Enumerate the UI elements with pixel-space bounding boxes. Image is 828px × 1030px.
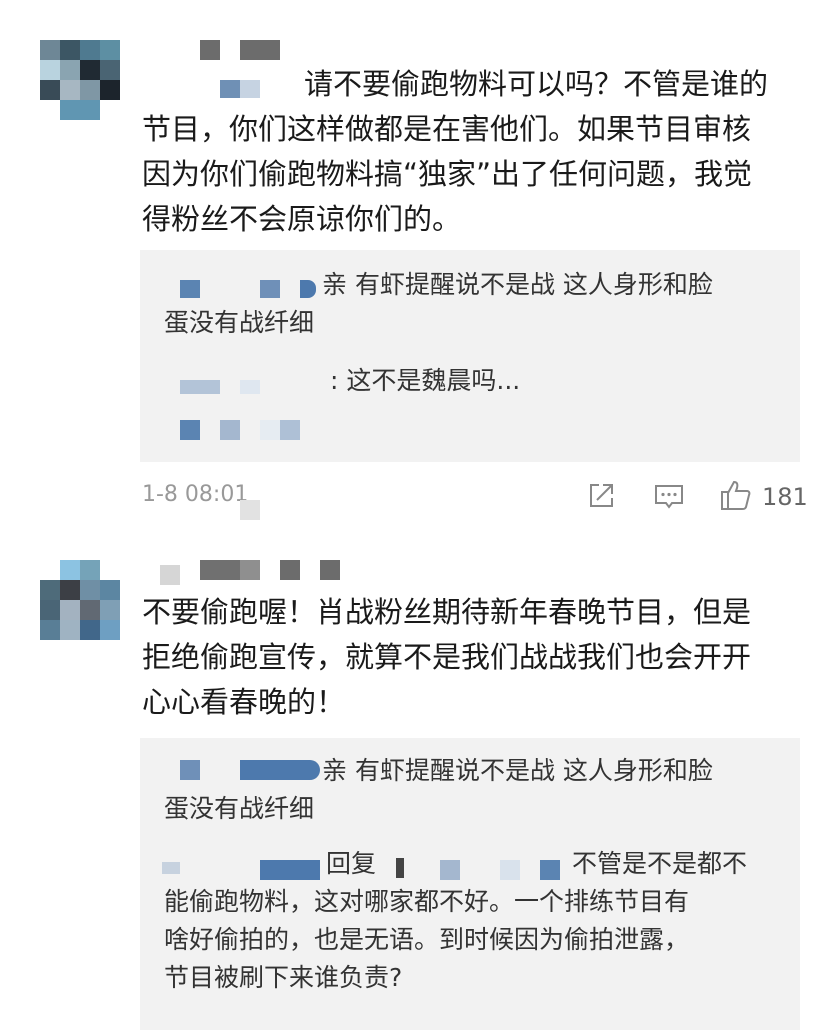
reply-item[interactable]: 亲 有虾提醒说不是战 这人身形和脸 蛋没有战纤细: [164, 752, 784, 828]
comment-text: 不要偷跑喔！肖战粉丝期待新年春晚节目，但是 拒绝偷跑宣传，就算不是我们战战我们也…: [142, 595, 752, 719]
comment-text: 请不要偷跑物料可以吗？不管是谁的 节目，你们这样做都是在害他们。如果节目审核 因…: [142, 67, 769, 236]
thumbs-up-icon[interactable]: [719, 478, 753, 512]
share-icon[interactable]: [586, 481, 616, 511]
username[interactable]: [200, 40, 220, 60]
more-replies-link[interactable]: [180, 420, 200, 440]
username[interactable]: [160, 565, 180, 585]
reply-item[interactable]: 亲 有虾提醒说不是战 这人身形和脸 蛋没有战纤细: [164, 266, 784, 342]
avatar[interactable]: [40, 560, 120, 640]
timestamp: 1-8 08:01: [142, 482, 249, 507]
avatar[interactable]: [40, 40, 120, 120]
like-count: 181: [762, 483, 808, 511]
reply-list[interactable]: 亲 有虾提醒说不是战 这人身形和脸 蛋没有战纤细 回复 不管是不是都不 能偷跑物…: [140, 738, 800, 1030]
reply-item[interactable]: 回复 不管是不是都不 能偷跑物料，这对哪家都不好。一个排练节目有 啥好偷拍的，也…: [164, 845, 784, 997]
reply-item[interactable]: : 这不是魏晨吗...: [330, 362, 520, 400]
reply-list[interactable]: 亲 有虾提醒说不是战 这人身形和脸 蛋没有战纤细 : 这不是魏晨吗...: [140, 250, 800, 462]
comment-icon[interactable]: [653, 482, 685, 512]
